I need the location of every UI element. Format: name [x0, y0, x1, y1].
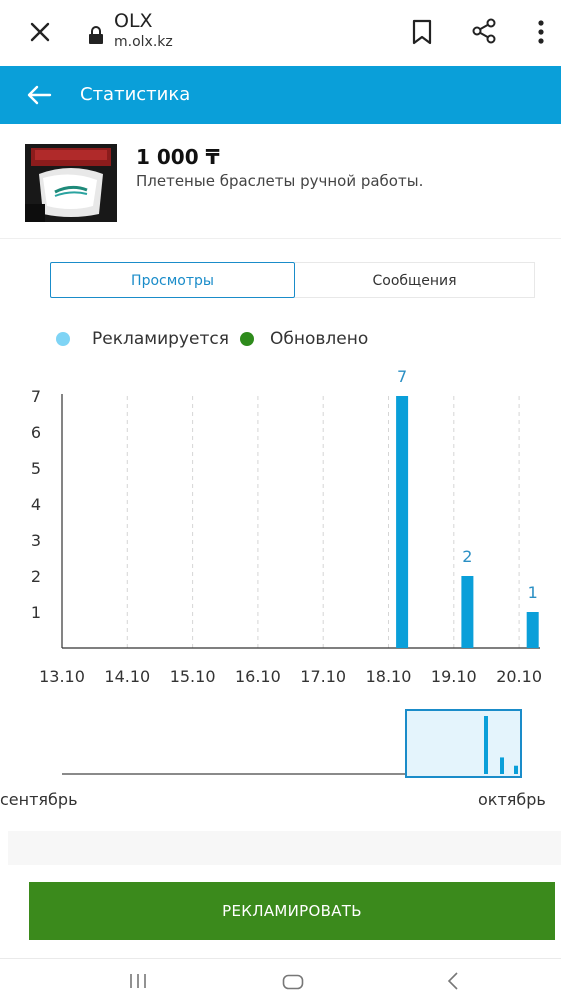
product-name[interactable]: Плетеные браслеты ручной работы.	[136, 172, 423, 190]
navigator-mini-bar	[500, 757, 504, 774]
site-title: OLX	[114, 10, 153, 32]
product-price: 1 000 ₸	[136, 145, 220, 169]
navigator-start-label: сентябрь	[0, 790, 78, 809]
y-tick-label: 4	[31, 495, 41, 514]
legend-dot-updated	[240, 332, 254, 346]
y-tick-label: 5	[31, 459, 41, 478]
legend-dot-promoted	[56, 332, 70, 346]
tab-views[interactable]: Просмотры	[50, 262, 295, 298]
x-tick-label: 13.10	[39, 667, 85, 686]
legend-label-updated: Обновлено	[270, 329, 369, 349]
y-tick-label: 6	[31, 423, 41, 442]
x-tick-label: 14.10	[104, 667, 150, 686]
tab-messages[interactable]: Сообщения	[295, 262, 535, 298]
navigator-mini-bar	[514, 765, 518, 774]
recent-apps-icon[interactable]	[128, 973, 148, 989]
x-tick-label: 20.10	[496, 667, 542, 686]
home-icon[interactable]	[282, 974, 304, 990]
more-options-icon[interactable]	[535, 19, 547, 45]
x-tick-label: 15.10	[170, 667, 216, 686]
lock-icon	[89, 26, 103, 44]
bar-value-label: 1	[528, 583, 538, 602]
product-image	[25, 144, 117, 222]
back-arrow-icon[interactable]	[24, 81, 54, 109]
stats-tabs: Просмотры Сообщения	[50, 262, 535, 298]
bar-value-label: 2	[462, 547, 472, 566]
views-bar-chart: 1 2 3 4 5 6 7 13.10 14.10 15.10 16.10 17.10 18.10 19.…	[31, 367, 542, 778]
app-bar: Статистика	[0, 66, 561, 124]
site-url[interactable]: m.olx.kz	[114, 33, 173, 51]
x-tick-label: 19.10	[431, 667, 477, 686]
product-thumbnail[interactable]	[25, 144, 117, 222]
x-tick-label: 16.10	[235, 667, 281, 686]
chart-bar	[396, 396, 409, 648]
navigator-end-label: октябрь	[478, 790, 546, 809]
product-summary[interactable]: 1 000 ₸ Плетеные браслеты ручной работы.	[0, 124, 561, 239]
bar-value-label: 7	[397, 367, 407, 386]
section-divider	[8, 831, 561, 865]
y-tick-label: 7	[31, 387, 41, 406]
y-tick-label: 3	[31, 531, 41, 550]
bookmark-icon[interactable]	[410, 18, 434, 46]
x-tick-label: 17.10	[300, 667, 346, 686]
close-icon[interactable]	[26, 18, 54, 46]
system-nav-bar	[0, 958, 561, 995]
chart-bar	[526, 612, 539, 648]
y-tick-label: 2	[31, 567, 41, 586]
share-icon[interactable]	[470, 17, 498, 45]
y-tick-label: 1	[31, 603, 41, 622]
back-icon[interactable]	[446, 971, 460, 991]
chart-bar	[461, 576, 474, 648]
page-title: Статистика	[80, 84, 191, 105]
navigator-mini-bar	[484, 716, 488, 774]
legend-label-promoted: Рекламируется	[92, 329, 229, 349]
browser-bar: OLX m.olx.kz	[0, 0, 561, 62]
promote-button[interactable]: РЕКЛАМИРОВАТЬ	[29, 882, 555, 940]
x-tick-label: 18.10	[366, 667, 412, 686]
